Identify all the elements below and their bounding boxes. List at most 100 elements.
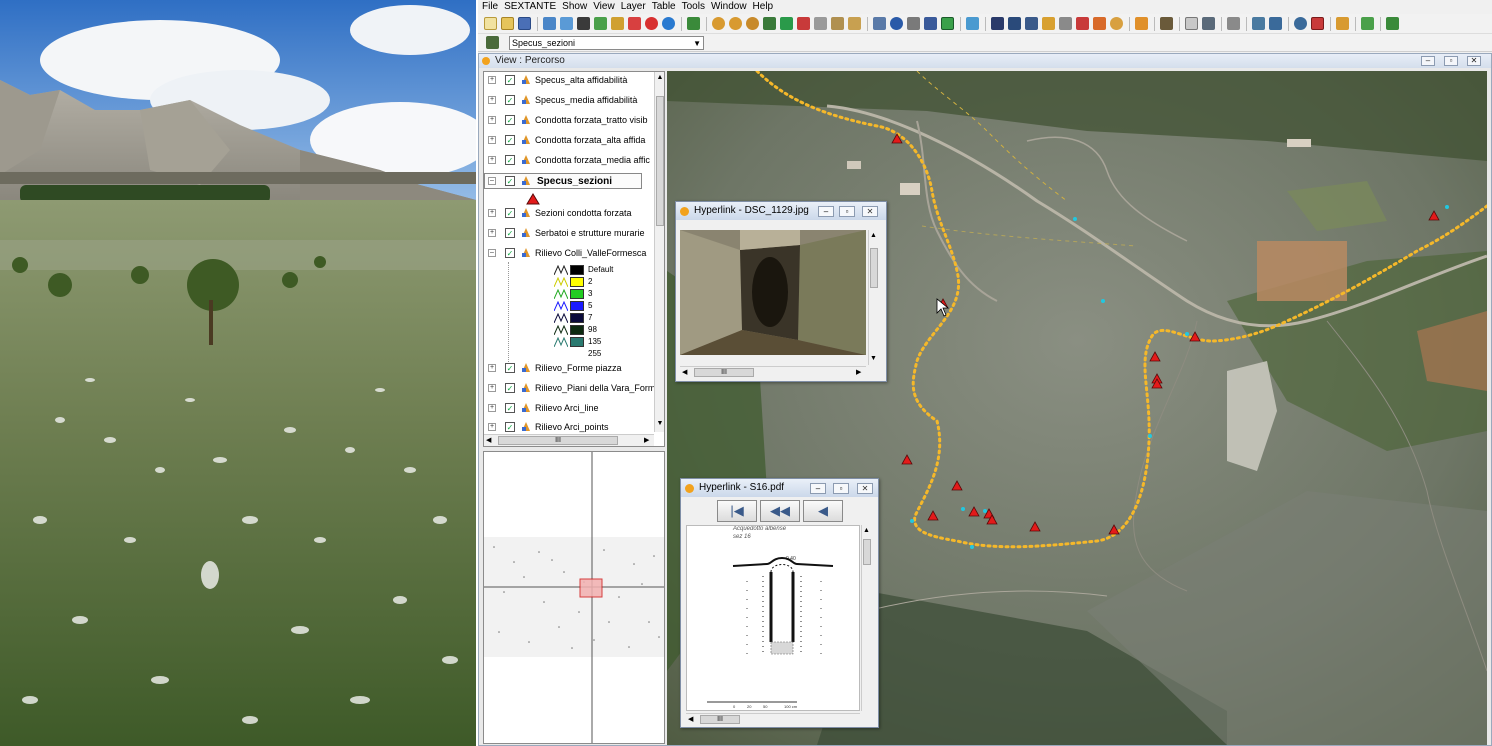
toc-hscroll-thumb[interactable]: III	[498, 436, 618, 445]
new-file-icon[interactable]	[484, 17, 497, 30]
import-icon[interactable]	[1386, 17, 1399, 30]
photo-horizontal-scrollbar[interactable]: ◀ III ▶	[680, 366, 866, 378]
expand-icon[interactable]: +	[488, 229, 496, 237]
link-icon[interactable]	[1227, 17, 1240, 30]
toc-vertical-scrollbar[interactable]: ▲ ▼	[654, 72, 664, 432]
menu-view[interactable]: View	[591, 0, 619, 14]
expand-icon[interactable]: +	[488, 364, 496, 372]
menu-file[interactable]: File	[480, 0, 502, 14]
layer-checkbox[interactable]: ✓	[505, 422, 515, 432]
toc-layer[interactable]: + ✓ Condotta forzata_media affic	[484, 152, 654, 168]
scroll-down-icon[interactable]: ▼	[656, 420, 664, 428]
info-icon[interactable]	[890, 17, 903, 30]
pdf-scroll-thumb[interactable]	[863, 539, 871, 565]
first-page-button[interactable]: |◀	[717, 500, 757, 522]
collapse-icon[interactable]: –	[488, 249, 496, 257]
expand-icon[interactable]: +	[488, 96, 496, 104]
expand-icon[interactable]: +	[488, 156, 496, 164]
layer-checkbox[interactable]: ✓	[505, 95, 515, 105]
select-icon[interactable]	[991, 17, 1004, 30]
filter-icon[interactable]	[1135, 17, 1148, 30]
toc-layer[interactable]: + ✓ Rilievo Arci_points	[484, 419, 654, 435]
find-icon[interactable]	[1294, 17, 1307, 30]
toc-layer[interactable]: + ✓ Serbatoi e strutture murarie	[484, 225, 654, 241]
photo-vertical-scrollbar[interactable]: ▲ ▼	[868, 230, 880, 365]
hyperlink-icon[interactable]	[941, 17, 954, 30]
expand-icon[interactable]: +	[488, 384, 496, 392]
scroll-down-icon[interactable]: ▼	[870, 355, 877, 362]
view-minimize-button[interactable]: –	[1421, 56, 1435, 66]
previous-page-button[interactable]: ◀	[803, 500, 843, 522]
select-layer-icon[interactable]	[1059, 17, 1072, 30]
select-buffer-icon[interactable]	[1093, 17, 1106, 30]
view-close-button[interactable]: ✕	[1467, 56, 1481, 66]
binoculars-icon[interactable]	[1252, 17, 1265, 30]
full-extent-icon[interactable]	[780, 17, 793, 30]
layout-icon[interactable]	[611, 17, 624, 30]
pan-icon[interactable]	[848, 17, 861, 30]
select-all-icon[interactable]	[1110, 17, 1123, 30]
toc-layer-selected[interactable]: – ✓ Specus_sezioni	[484, 173, 642, 189]
zoom-out-icon[interactable]	[729, 17, 742, 30]
edit-icon[interactable]	[687, 17, 700, 30]
restore-button[interactable]: ▫	[833, 483, 849, 494]
select-polygon-icon[interactable]	[1042, 17, 1055, 30]
measure-distance-icon[interactable]	[907, 17, 920, 30]
toc-layer[interactable]: + ✓ Specus_media affidabilità	[484, 92, 654, 108]
scroll-left-icon[interactable]: ◀	[682, 368, 687, 376]
toc-horizontal-scrollbar[interactable]: ◀ III ▶	[484, 434, 654, 446]
export-icon[interactable]	[1361, 17, 1374, 30]
scroll-up-icon[interactable]: ▲	[863, 527, 870, 534]
search-icon[interactable]	[1269, 17, 1282, 30]
toc-layer[interactable]: + ✓ Sezioni condotta forzata	[484, 205, 654, 221]
toc-layer[interactable]: + ✓ Condotta forzata_tratto visib	[484, 112, 654, 128]
previous-extent-icon[interactable]	[814, 17, 827, 30]
photo-hscroll-thumb[interactable]: III	[694, 368, 754, 377]
collapse-icon[interactable]: –	[488, 177, 496, 185]
layer-checkbox[interactable]: ✓	[505, 383, 515, 393]
globe-icon[interactable]	[662, 17, 675, 30]
table-icon[interactable]	[594, 17, 607, 30]
expand-icon[interactable]: +	[488, 116, 496, 124]
menu-show[interactable]: Show	[560, 0, 591, 14]
menu-sextante[interactable]: SEXTANTE	[502, 0, 560, 14]
expand-icon[interactable]: +	[488, 76, 496, 84]
layer-properties-icon[interactable]	[560, 17, 573, 30]
zoom-select-icon[interactable]	[797, 17, 810, 30]
zoom-scale-icon[interactable]	[831, 17, 844, 30]
select-rectangle-icon[interactable]	[1025, 17, 1038, 30]
locator-map[interactable]	[483, 451, 665, 744]
calculator-icon[interactable]	[1185, 17, 1198, 30]
minimize-button[interactable]: –	[818, 206, 834, 217]
toc-layer[interactable]: + ✓ Rilievo_Forme piazza	[484, 360, 654, 376]
layer-checkbox[interactable]: ✓	[505, 363, 515, 373]
pdf-vertical-scrollbar[interactable]: ▲	[861, 525, 873, 711]
rewind-button[interactable]: ◀◀	[760, 500, 800, 522]
layer-checkbox[interactable]: ✓	[505, 208, 515, 218]
menu-table[interactable]: Table	[650, 0, 680, 14]
layer-checkbox[interactable]: ✓	[505, 176, 515, 186]
layer-checkbox[interactable]: ✓	[505, 403, 515, 413]
menu-help[interactable]: Help	[751, 0, 778, 14]
stop-icon[interactable]	[628, 17, 641, 30]
measure-area-icon[interactable]	[924, 17, 937, 30]
active-layer-select[interactable]: Specus_sezioni ▼	[509, 35, 704, 50]
scroll-up-icon[interactable]: ▲	[656, 74, 664, 82]
expand-icon[interactable]: +	[488, 209, 496, 217]
open-folder-icon[interactable]	[501, 17, 514, 30]
toc-layer[interactable]: + ✓ Rilievo_Piani della Vara_Form	[484, 380, 655, 396]
expand-icon[interactable]: +	[488, 404, 496, 412]
record-icon[interactable]	[645, 17, 658, 30]
scroll-left-icon[interactable]: ◀	[688, 715, 693, 723]
photo-scroll-thumb[interactable]	[870, 248, 878, 288]
select-point-icon[interactable]	[1008, 17, 1021, 30]
close-button[interactable]: ✕	[857, 483, 873, 494]
layer-checkbox[interactable]: ✓	[505, 155, 515, 165]
zoom-extent-icon[interactable]	[746, 17, 759, 30]
tools-icon[interactable]	[1202, 17, 1215, 30]
scroll-up-icon[interactable]: ▲	[870, 232, 877, 239]
view-restore-button[interactable]: ▫	[1444, 56, 1458, 66]
raster-icon[interactable]	[577, 17, 590, 30]
scroll-right-icon[interactable]: ▶	[856, 368, 861, 376]
close-button[interactable]: ✕	[862, 206, 878, 217]
